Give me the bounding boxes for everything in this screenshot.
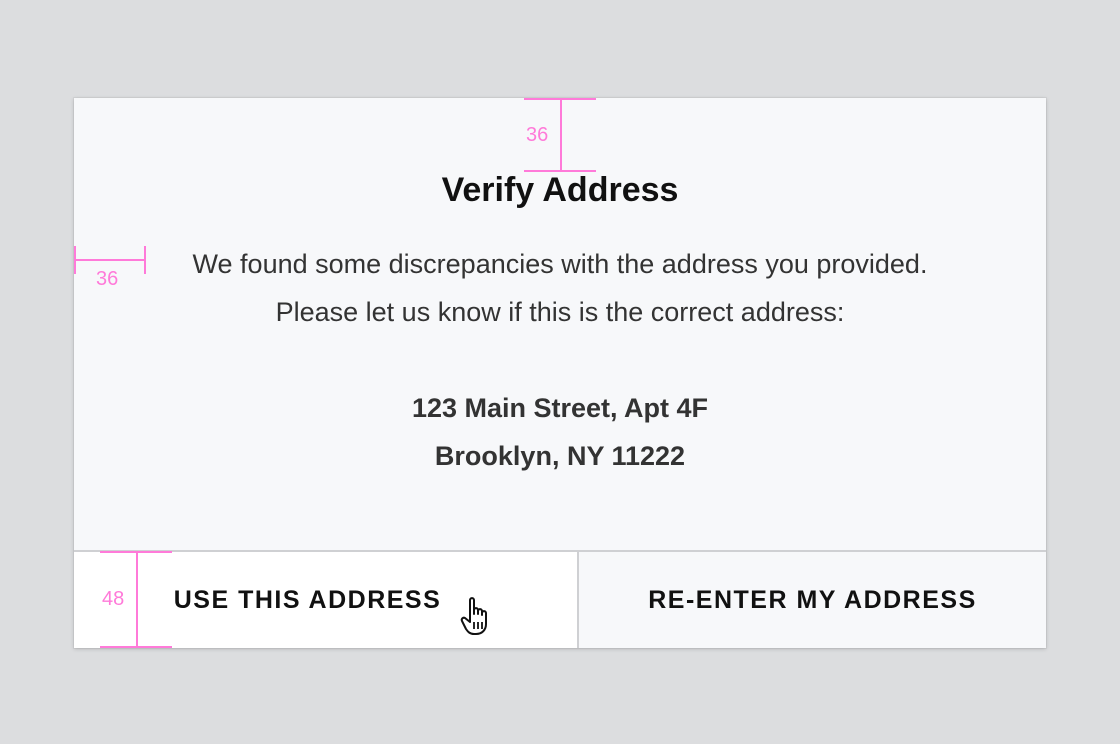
side-spacing-label: 36 — [96, 268, 119, 290]
dialog-title: Verify Address — [441, 171, 679, 209]
dialog-actions: USE THIS ADDRESS RE-ENTER MY ADDRESS — [74, 550, 1046, 648]
message-line-1: We found some discrepancies with the add… — [192, 249, 928, 279]
suggested-address: 123 Main Street, Apt 4F Brooklyn, NY 112… — [74, 384, 1046, 480]
message-line-2: Please let us know if this is the correc… — [275, 297, 845, 327]
address-line-2: Brooklyn, NY 11222 — [434, 441, 686, 471]
top-spacing-label: 36 — [526, 124, 549, 146]
use-this-address-button[interactable]: USE THIS ADDRESS — [74, 552, 579, 648]
button-height-label: 48 — [102, 588, 125, 610]
hand-pointer-icon — [460, 597, 487, 635]
verify-address-dialog: Verify Address We found some discrepanci… — [74, 98, 1046, 648]
dialog-message: We found some discrepancies with the add… — [110, 240, 1010, 336]
re-enter-address-button[interactable]: RE-ENTER MY ADDRESS — [579, 552, 1046, 648]
address-line-1: 123 Main Street, Apt 4F — [411, 393, 709, 423]
